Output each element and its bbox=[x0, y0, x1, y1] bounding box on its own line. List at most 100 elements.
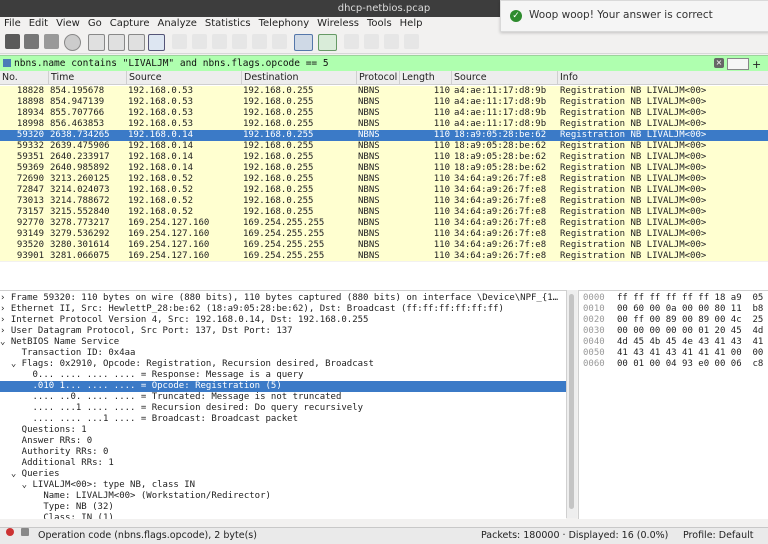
packet-row[interactable]: 72847 3214.024073 192.168.0.52 192.168.0.25… bbox=[0, 185, 768, 196]
go-to-packet-icon[interactable] bbox=[232, 34, 247, 49]
column-info[interactable]: Info bbox=[557, 71, 578, 84]
expert-info-icon[interactable] bbox=[6, 528, 14, 536]
hex-row[interactable]: 0040 4d 45 4b 45 4e 43 41 43 41 bbox=[579, 337, 768, 348]
detail-tree-item[interactable]: Name: LIVALJM<00> (Workstation/Redirecto… bbox=[0, 491, 566, 502]
last-packet-icon[interactable] bbox=[272, 34, 287, 49]
packet-cell: Registration NB LIVALJM<00> bbox=[560, 240, 707, 250]
column-hw-source[interactable]: Source bbox=[451, 71, 487, 84]
packet-row[interactable]: 18898 854.947139 192.168.0.53 192.168.0.255… bbox=[0, 97, 768, 108]
detail-tree-item[interactable]: › Ethernet II, Src: HewlettP_28:be:62 (1… bbox=[0, 304, 566, 315]
column-destination[interactable]: Destination bbox=[241, 71, 299, 84]
column-time[interactable]: Time bbox=[48, 71, 74, 84]
menu-analyze[interactable]: Analyze bbox=[153, 17, 200, 31]
packet-row[interactable]: 18828 854.195678 192.168.0.53 192.168.0.255… bbox=[0, 86, 768, 97]
column-source[interactable]: Source bbox=[126, 71, 162, 84]
detail-tree-item[interactable]: › Internet Protocol Version 4, Src: 192.… bbox=[0, 315, 566, 326]
status-packets: Packets: 180000 · Displayed: 16 (0.0%) bbox=[481, 530, 669, 541]
back-arrow-icon[interactable] bbox=[192, 34, 207, 49]
detail-tree-item[interactable]: 0... .... .... .... = Response: Message … bbox=[0, 370, 566, 381]
packet-row[interactable]: 73157 3215.552840 192.168.0.52 192.168.0.25… bbox=[0, 207, 768, 218]
gear-icon[interactable] bbox=[64, 34, 81, 51]
hex-row[interactable]: 0050 41 43 41 43 41 41 41 00 00 bbox=[579, 348, 768, 359]
detail-tree-item[interactable]: Answer RRs: 0 bbox=[0, 436, 566, 447]
search-icon[interactable] bbox=[172, 34, 187, 49]
zoom-out-icon[interactable] bbox=[364, 34, 379, 49]
detail-tree-item[interactable]: › User Datagram Protocol, Src Port: 137,… bbox=[0, 326, 566, 337]
packet-row[interactable]: 93520 3280.301614 169.254.127.160 169.254.2… bbox=[0, 240, 768, 251]
packet-row[interactable]: 92770 3278.773217 169.254.127.160 169.254.2… bbox=[0, 218, 768, 229]
first-packet-icon[interactable] bbox=[252, 34, 267, 49]
bookmark-icon[interactable] bbox=[3, 59, 11, 67]
display-filter-bar[interactable]: nbns.name contains "LIVALJM" and nbns.fl… bbox=[0, 55, 768, 72]
menu-file[interactable]: File bbox=[0, 17, 25, 31]
auto-scroll-icon[interactable] bbox=[294, 34, 313, 51]
hex-row[interactable]: 0020 00 ff 00 89 00 89 00 4c 25 bbox=[579, 315, 768, 326]
status-profile[interactable]: Profile: Default bbox=[683, 528, 753, 544]
detail-tree-item[interactable]: .... .... ...1 .... = Broadcast: Broadca… bbox=[0, 414, 566, 425]
detail-tree-item[interactable]: ⌄ Flags: 0x2910, Opcode: Registration, R… bbox=[0, 359, 566, 370]
detail-tree-item[interactable]: ⌄ Queries bbox=[0, 469, 566, 480]
resize-columns-icon[interactable] bbox=[404, 34, 419, 49]
detail-tree-item[interactable]: Additional RRs: 1 bbox=[0, 458, 566, 469]
hex-row[interactable]: 0010 00 60 00 0a 00 00 80 11 b8 bbox=[579, 304, 768, 315]
packet-row[interactable]: 59351 2640.233917 192.168.0.14 192.168.0.25… bbox=[0, 152, 768, 163]
packet-row[interactable]: 59320 2638.734265 192.168.0.14 192.168.0.25… bbox=[0, 130, 768, 141]
filter-dropdown-icon[interactable] bbox=[727, 58, 749, 70]
hex-row[interactable]: 0060 00 01 00 04 93 e0 00 06 c8 bbox=[579, 359, 768, 370]
detail-tree-item[interactable]: .... ..0. .... .... = Truncated: Message… bbox=[0, 392, 566, 403]
menu-statistics[interactable]: Statistics bbox=[201, 17, 255, 31]
detail-tree-item[interactable]: Transaction ID: 0x4aa bbox=[0, 348, 566, 359]
hex-offset: 0000 bbox=[583, 293, 605, 303]
hex-row[interactable]: 0000 ff ff ff ff ff ff 18 a9 05 bbox=[579, 293, 768, 304]
packet-cell: 110 bbox=[433, 185, 450, 195]
packet-row[interactable]: 73013 3214.788672 192.168.0.52 192.168.0.25… bbox=[0, 196, 768, 207]
detail-tree-item[interactable]: Class: IN (1) bbox=[0, 513, 566, 519]
colorize-icon[interactable] bbox=[318, 34, 337, 51]
normal-size-icon[interactable] bbox=[384, 34, 399, 49]
detail-tree-item[interactable]: Questions: 1 bbox=[0, 425, 566, 436]
reload-icon[interactable] bbox=[148, 34, 165, 51]
menu-edit[interactable]: Edit bbox=[25, 17, 52, 31]
clear-filter-icon[interactable]: × bbox=[714, 58, 724, 68]
packet-row[interactable]: 93149 3279.536292 169.254.127.160 169.254.2… bbox=[0, 229, 768, 240]
open-file-icon[interactable] bbox=[88, 34, 105, 51]
forward-arrow-icon[interactable] bbox=[212, 34, 227, 49]
detail-tree-item[interactable]: .010 1... .... .... = Opcode: Registrati… bbox=[0, 381, 566, 392]
packet-row[interactable]: 93901 3281.066075 169.254.127.160 169.254.2… bbox=[0, 251, 768, 261]
packet-cell: 192.168.0.255 bbox=[243, 97, 314, 107]
packet-row[interactable]: 59332 2639.475906 192.168.0.14 192.168.0.25… bbox=[0, 141, 768, 152]
menu-capture[interactable]: Capture bbox=[106, 17, 154, 31]
edit-comment-icon[interactable] bbox=[21, 528, 29, 536]
menu-help[interactable]: Help bbox=[396, 17, 427, 31]
column-length[interactable]: Length bbox=[399, 71, 435, 84]
packet-row[interactable]: 18934 855.707766 192.168.0.53 192.168.0.255… bbox=[0, 108, 768, 119]
packet-row[interactable]: 72690 3213.260125 192.168.0.52 192.168.0.25… bbox=[0, 174, 768, 185]
detail-tree-item[interactable]: Authority RRs: 0 bbox=[0, 447, 566, 458]
packet-row[interactable]: 59369 2640.985892 192.168.0.14 192.168.0.25… bbox=[0, 163, 768, 174]
stop-capture-icon[interactable] bbox=[24, 34, 39, 49]
close-file-icon[interactable] bbox=[128, 34, 145, 51]
detail-tree-item[interactable]: ⌄ LIVALJM<00>: type NB, class IN bbox=[0, 480, 566, 491]
detail-tree-item[interactable]: ⌄ NetBIOS Name Service bbox=[0, 337, 566, 348]
menu-tools[interactable]: Tools bbox=[363, 17, 396, 31]
column-no[interactable]: No. bbox=[0, 71, 18, 84]
menu-go[interactable]: Go bbox=[84, 17, 106, 31]
save-file-icon[interactable] bbox=[108, 34, 125, 51]
scrollbar-thumb[interactable] bbox=[569, 294, 574, 509]
detail-tree-item[interactable]: .... ...1 .... .... = Recursion desired:… bbox=[0, 403, 566, 414]
display-filter-input[interactable]: nbns.name contains "LIVALJM" and nbns.fl… bbox=[14, 56, 329, 71]
hex-row[interactable]: 0030 00 00 00 00 00 01 20 45 4d bbox=[579, 326, 768, 337]
detail-tree-item[interactable]: › Frame 59320: 110 bytes on wire (880 bi… bbox=[0, 293, 566, 304]
detail-tree-item[interactable]: Type: NB (32) bbox=[0, 502, 566, 513]
packet-row[interactable]: 18998 856.463853 192.168.0.53 192.168.0.255… bbox=[0, 119, 768, 130]
shark-fin-start-icon[interactable] bbox=[5, 34, 20, 49]
details-scrollbar[interactable] bbox=[566, 290, 577, 518]
restart-capture-icon[interactable] bbox=[44, 34, 59, 49]
packet-cell: NBNS bbox=[358, 86, 380, 96]
menu-telephony[interactable]: Telephony bbox=[255, 17, 314, 31]
zoom-in-icon[interactable] bbox=[344, 34, 359, 49]
add-filter-button-icon[interactable]: + bbox=[752, 58, 764, 71]
menu-wireless[interactable]: Wireless bbox=[313, 17, 363, 31]
menu-view[interactable]: View bbox=[52, 17, 84, 31]
column-protocol[interactable]: Protocol bbox=[356, 71, 397, 84]
